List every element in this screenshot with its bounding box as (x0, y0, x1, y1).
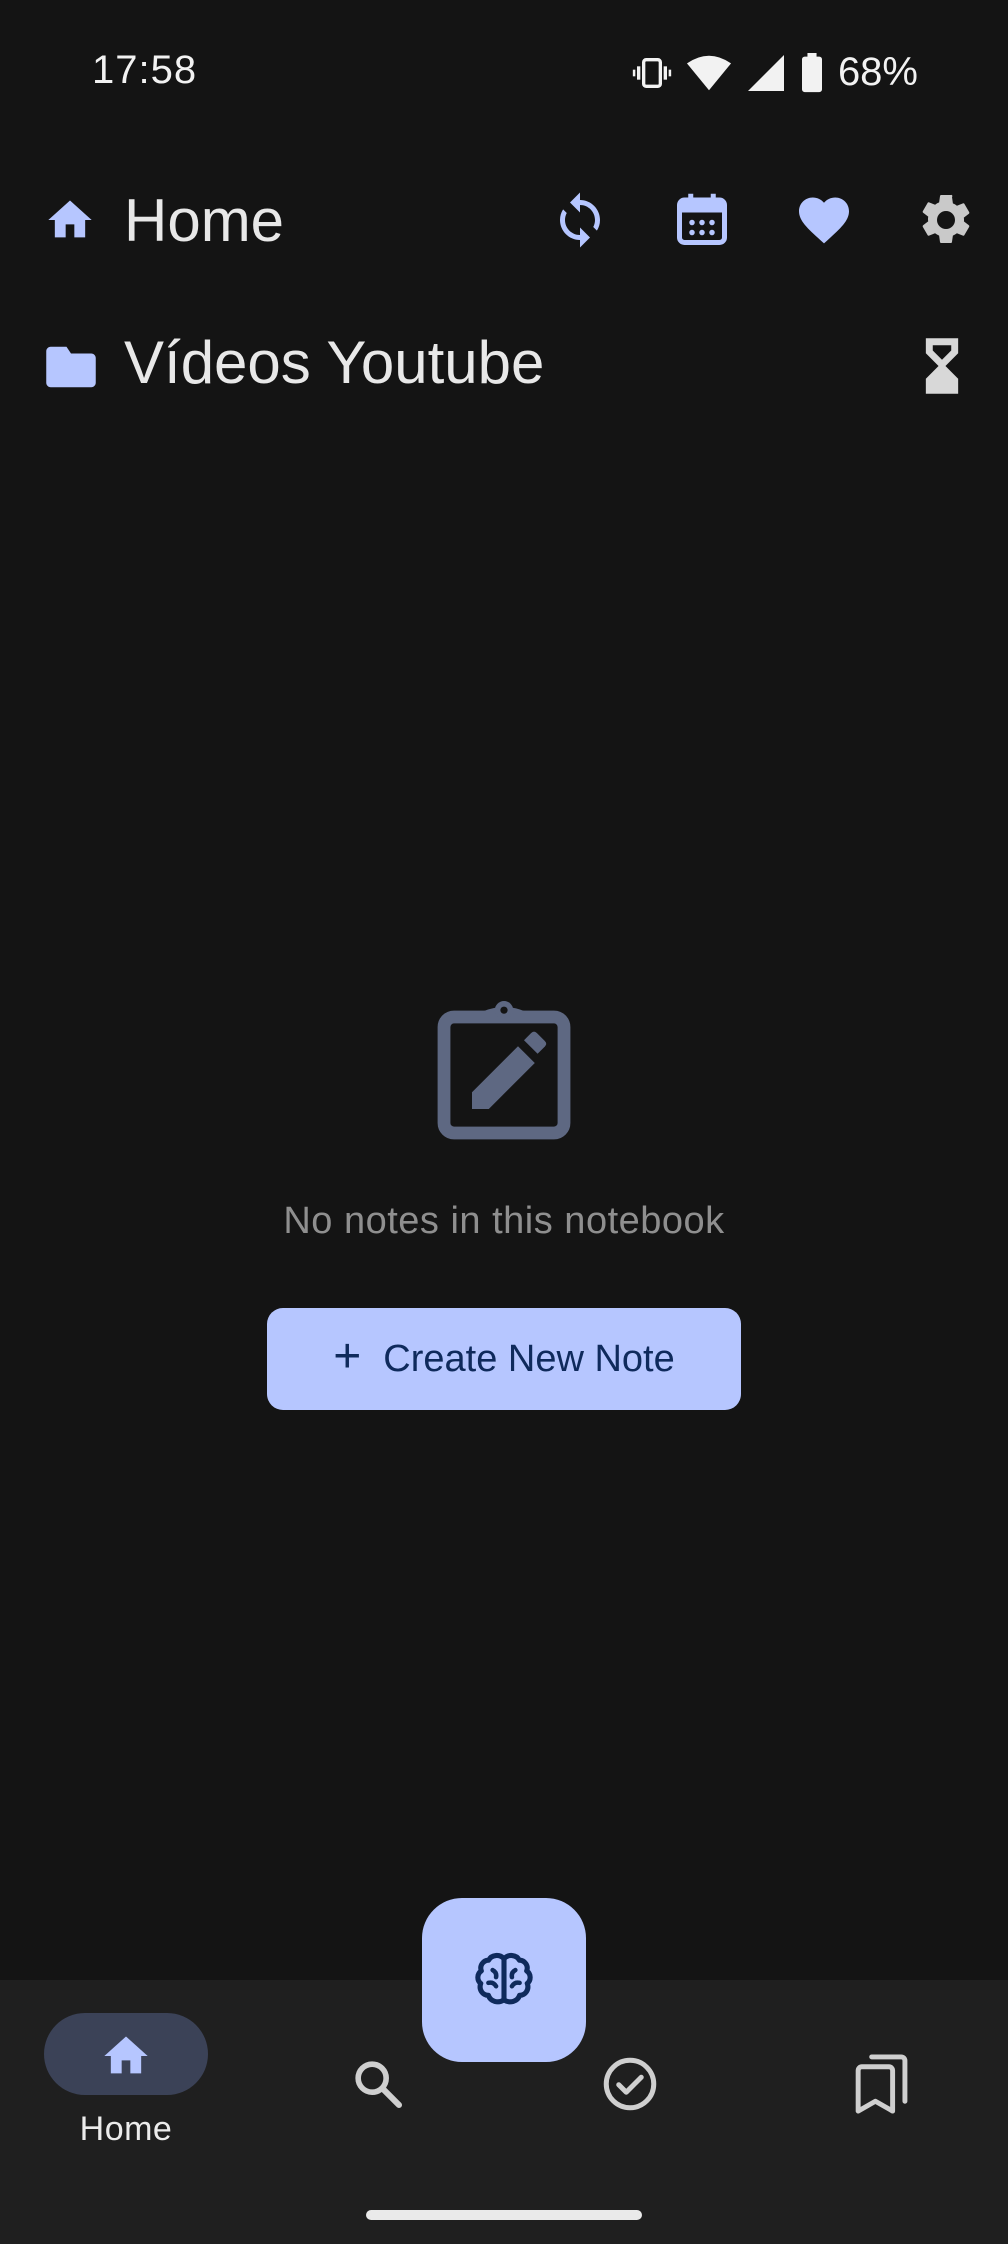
nav-item-home[interactable]: Home (0, 1980, 252, 2180)
screen: 17:58 68% Home Vídeos Youtube No notes i… (0, 0, 1008, 2244)
hourglass-icon[interactable] (914, 336, 970, 396)
battery-percent: 68% (837, 50, 918, 94)
fab-brain-button[interactable] (422, 1898, 586, 2062)
nav-label-home: Home (79, 2110, 173, 2148)
status-time: 17:58 (92, 48, 198, 92)
check-circle-icon (603, 2057, 657, 2111)
folder-icon (46, 346, 96, 388)
notebook-row[interactable]: Vídeos Youtube (0, 318, 1008, 418)
search-icon (355, 2061, 403, 2109)
heart-icon[interactable] (794, 190, 854, 250)
plus-icon: + (333, 1330, 362, 1383)
app-header: Home (0, 170, 1008, 270)
cell-signal-icon (747, 54, 784, 91)
bookmarks-icon (855, 2054, 908, 2114)
brain-icon (475, 1952, 533, 2005)
status-bar: 17:58 68% (0, 0, 1008, 150)
create-new-note-button[interactable]: + Create New Note (267, 1308, 741, 1410)
battery-icon (801, 52, 822, 92)
home-icon (104, 2036, 148, 2074)
notebook-title: Vídeos Youtube (124, 329, 545, 396)
vibrate-icon (632, 57, 672, 88)
create-new-note-label: Create New Note (383, 1337, 675, 1380)
gear-icon[interactable] (916, 190, 976, 250)
nav-item-bookmarks[interactable] (756, 1980, 1008, 2180)
home-icon (48, 200, 92, 238)
wifi-icon (686, 55, 731, 90)
status-icons: 68% (632, 50, 918, 95)
edit-note-icon (437, 1001, 571, 1140)
page-title: Home (124, 187, 285, 254)
sync-icon[interactable] (550, 190, 610, 250)
calendar-icon[interactable] (672, 190, 732, 250)
empty-state-message: No notes in this notebook (283, 1200, 725, 1242)
home-indicator[interactable] (366, 2210, 642, 2220)
